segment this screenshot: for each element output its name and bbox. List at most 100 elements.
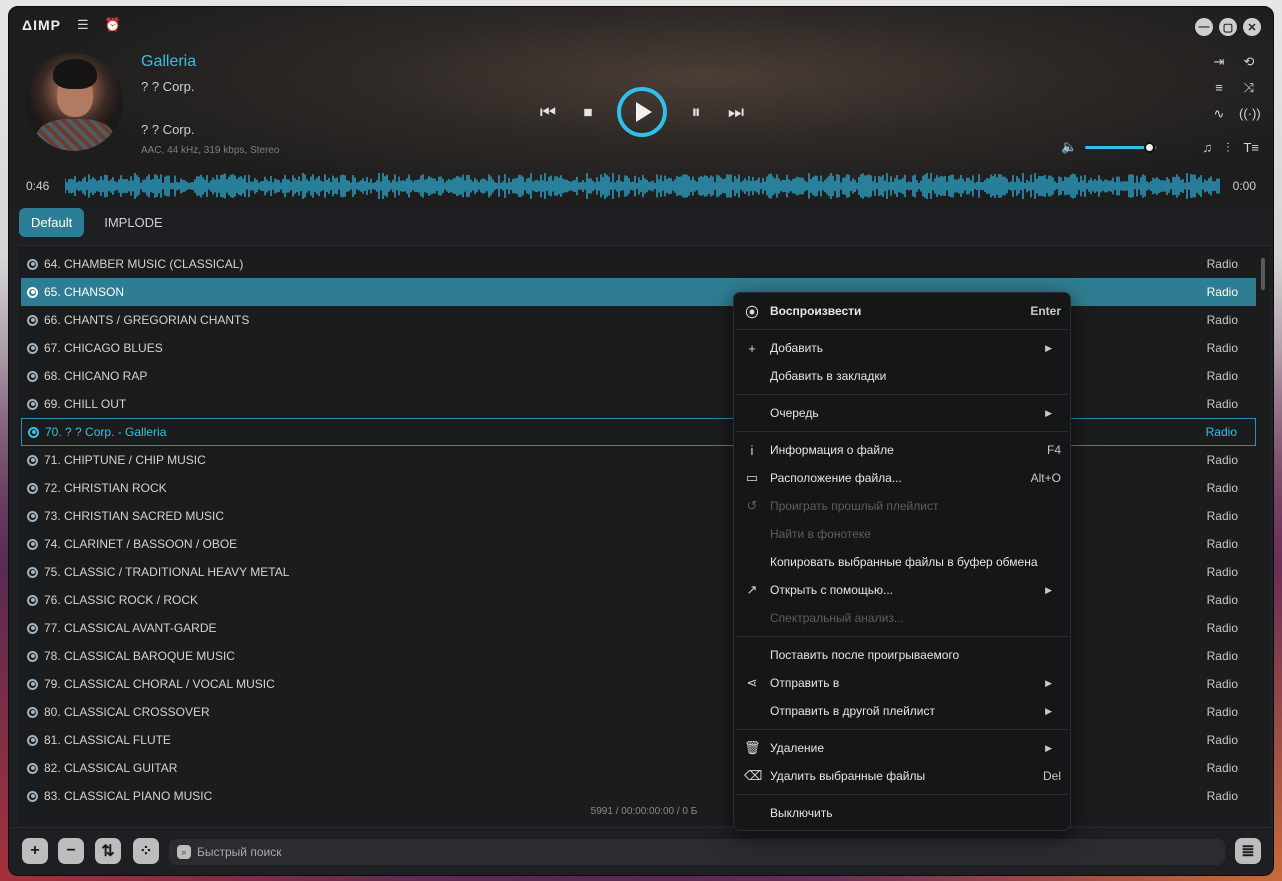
play-button[interactable] (617, 87, 667, 137)
track-type: Radio (1206, 705, 1238, 719)
volume-slider[interactable] (1085, 141, 1158, 153)
menu-item[interactable]: Очередь ▶ (734, 399, 1070, 427)
stop-icon[interactable]: ⏹ (577, 102, 599, 123)
menu-separator (736, 431, 1068, 432)
radio-stream-icon (27, 790, 38, 802)
waveform-icon[interactable]: ∿ (1209, 106, 1229, 122)
volume-knob[interactable] (1143, 141, 1155, 153)
submenu-arrow-icon: ▶ (1045, 677, 1052, 688)
alarm-clock-icon[interactable]: ⏰ (105, 17, 121, 33)
menu-item[interactable]: Отправить в другой плейлист ▶ (734, 697, 1070, 725)
menu-item-label: Поставить после проигрываемого (770, 648, 960, 662)
playlist-row[interactable]: 64. CHAMBER MUSIC (CLASSICAL) Radio (21, 250, 1256, 278)
radio-stream-icon (27, 650, 38, 662)
radio-broadcast-icon[interactable]: ((·)) (1239, 106, 1261, 122)
playlist-queue-icon[interactable]: ≡ (1209, 80, 1229, 96)
equalizer-icon[interactable]: ⫶ (1226, 140, 1229, 156)
menu-icon[interactable]: ☰ (77, 17, 89, 33)
radio-stream-icon (27, 342, 38, 354)
submenu-arrow-icon: ▶ (1045, 407, 1052, 418)
menu-item-label: Добавить в закладки (770, 369, 887, 383)
radio-stream-icon (27, 734, 38, 746)
tab-implode[interactable]: IMPLODE (92, 208, 175, 237)
add-to-queue-icon[interactable]: ⇥ (1209, 54, 1229, 70)
radio-stream-icon (27, 566, 38, 578)
open-external-icon: ↗ (746, 582, 758, 597)
sort-button[interactable]: ⇅ (95, 838, 121, 864)
radio-stream-icon (27, 454, 38, 466)
menu-item[interactable]: i Информация о файле F4 (734, 436, 1070, 464)
radio-stream-icon (27, 370, 38, 382)
track-type: Radio (1206, 593, 1238, 607)
menu-separator (736, 729, 1068, 730)
menu-item-label: Проиграть прошлый плейлист (770, 499, 939, 513)
menu-item[interactable]: Поставить после проигрываемого (734, 641, 1070, 669)
radio-stream-icon (27, 314, 38, 326)
playlist-options-button[interactable]: ≣ (1235, 838, 1261, 864)
track-name: 66. CHANTS / GREGORIAN CHANTS (44, 313, 250, 327)
playlist-menu-button[interactable]: ⁘ (133, 838, 159, 864)
close-button[interactable]: ✕ (1243, 18, 1261, 36)
maximize-button[interactable]: ▢ (1219, 18, 1237, 36)
radio-stream-icon (27, 398, 38, 410)
info-icon: i (750, 442, 754, 458)
plus-icon: + (748, 340, 756, 356)
track-type: Radio (1205, 425, 1237, 439)
delete-files-icon: ⌫ (744, 768, 763, 783)
shuffle-icon[interactable]: ⤨ (1239, 80, 1259, 96)
track-name: 67. CHICAGO BLUES (44, 341, 163, 355)
menu-item[interactable]: Копировать выбранные файлы в буфер обмен… (734, 548, 1070, 576)
track-name: 77. CLASSICAL AVANT-GARDE (44, 621, 217, 635)
menu-item[interactable]: ⋖ Отправить в ▶ (734, 669, 1070, 697)
time-elapsed[interactable]: 0:46 (26, 179, 49, 193)
track-name: 70. ? ? Corp. - Galleria (45, 425, 167, 439)
add-files-button[interactable]: + (22, 838, 48, 864)
track-type: Radio (1206, 537, 1238, 551)
track-name: 71. CHIPTUNE / CHIP MUSIC (44, 453, 206, 467)
history-icon: ↺ (746, 498, 758, 513)
menu-item[interactable]: ↗ Открыть с помощью... ▶ (734, 576, 1070, 604)
waveform-seekbar[interactable] (65, 173, 1221, 199)
track-type: Radio (1206, 621, 1238, 635)
app-logo[interactable]: ΔIMP (22, 17, 61, 33)
pause-icon[interactable]: ⏸ (685, 102, 707, 123)
search-icon: ⌕ (177, 845, 191, 859)
music-note-icon[interactable]: ♫ (1202, 140, 1212, 156)
repeat-icon[interactable]: ⟲ (1239, 54, 1259, 70)
menu-item-label: Расположение файла... (770, 471, 902, 485)
track-type: Radio (1206, 397, 1238, 411)
footer-toolbar: + − ⇅ ⁘ ⌕ ≣ (9, 827, 1273, 875)
menu-item[interactable]: + Добавить ▶ (734, 334, 1070, 362)
track-name: 68. CHICANO RAP (44, 369, 148, 383)
menu-item[interactable]: ⦿ Воспроизвести Enter (734, 297, 1070, 325)
track-album: ? ? Corp. (141, 122, 195, 137)
menu-item: Спектральный анализ... (734, 604, 1070, 632)
menu-item[interactable]: ⌫ Удалить выбранные файлы Del (734, 762, 1070, 790)
album-cover[interactable] (25, 53, 123, 151)
menu-item[interactable]: 🗑 Удаление ▶ (734, 734, 1070, 762)
radio-stream-icon (27, 762, 38, 774)
menu-item[interactable]: ▭ Расположение файла... Alt+O (734, 464, 1070, 492)
minimize-button[interactable]: — (1195, 18, 1213, 36)
playlist-scrollbar[interactable] (1261, 258, 1265, 290)
track-type: Radio (1206, 565, 1238, 579)
track-type: Radio (1206, 257, 1238, 271)
track-name: 78. CLASSICAL BAROQUE MUSIC (44, 649, 235, 663)
speaker-icon[interactable]: 🔈 (1061, 139, 1077, 155)
radio-stream-icon (27, 706, 38, 718)
lyrics-icon[interactable]: T≡ (1243, 140, 1259, 156)
search-input[interactable] (197, 845, 597, 859)
track-type: Radio (1206, 453, 1238, 467)
track-name: 69. CHILL OUT (44, 397, 127, 411)
menu-item[interactable]: Добавить в закладки (734, 362, 1070, 390)
track-name: 76. CLASSIC ROCK / ROCK (44, 593, 199, 607)
submenu-arrow-icon: ▶ (1045, 342, 1052, 353)
radio-stream-icon (27, 622, 38, 634)
tab-default[interactable]: Default (19, 208, 85, 237)
previous-track-icon[interactable]: ⏮ (537, 102, 559, 123)
next-track-icon[interactable]: ⏭ (725, 102, 747, 123)
remove-files-button[interactable]: − (58, 838, 84, 864)
time-remaining[interactable]: 0:00 (1233, 179, 1256, 193)
menu-item[interactable]: Выключить (734, 799, 1070, 827)
radio-stream-icon (27, 538, 38, 550)
